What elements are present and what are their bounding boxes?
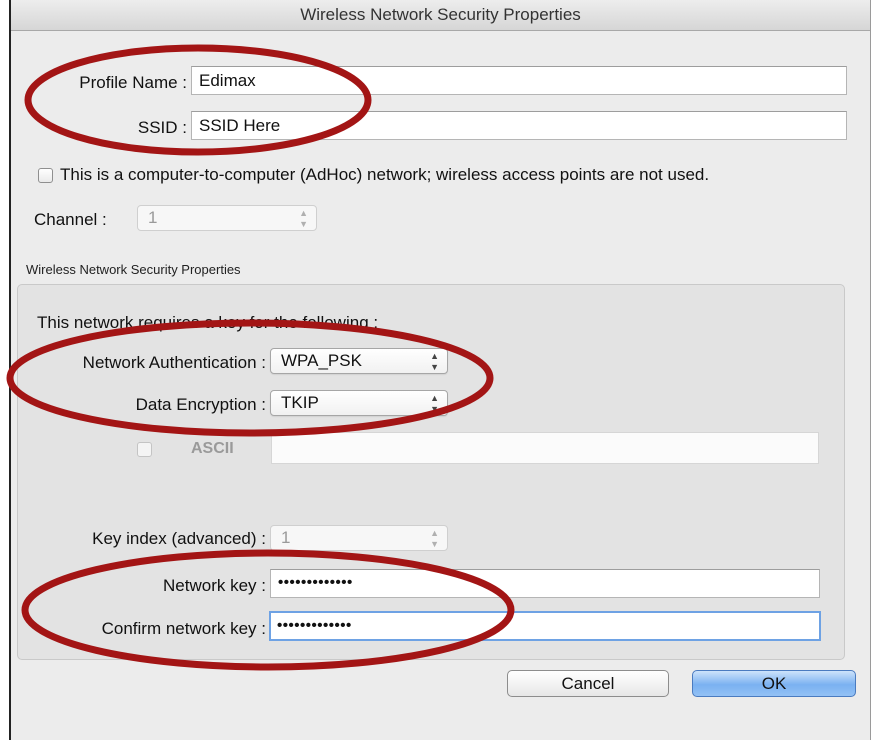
ssid-label: SSID : — [137, 118, 187, 137]
key-index-select[interactable]: 1 ▲ ▼ — [270, 525, 448, 551]
security-group-title: Wireless Network Security Properties — [26, 262, 241, 277]
network-key-label: Network key : — [163, 576, 266, 595]
window-title: Wireless Network Security Properties — [11, 0, 870, 31]
key-index-value: 1 — [281, 528, 291, 547]
dialog-window: Wireless Network Security Properties Pro… — [9, 0, 871, 740]
encryption-select[interactable]: TKIP ▲ ▼ — [270, 390, 448, 416]
ascii-key-field[interactable] — [271, 432, 819, 464]
network-key-field[interactable]: ••••••••••••• — [270, 569, 820, 598]
ok-button[interactable]: OK — [692, 670, 856, 697]
updown-arrows-icon: ▲ ▼ — [299, 208, 308, 229]
auth-label: Network Authentication : — [82, 353, 266, 372]
key-index-label: Key index (advanced) : — [92, 529, 266, 548]
channel-select[interactable]: 1 ▲ ▼ — [137, 205, 317, 231]
updown-arrows-icon: ▲ ▼ — [430, 528, 439, 549]
updown-arrows-icon: ▲ ▼ — [430, 351, 439, 372]
confirm-key-label: Confirm network key : — [101, 619, 266, 638]
adhoc-checkbox[interactable] — [38, 168, 53, 183]
encryption-label: Data Encryption : — [135, 395, 266, 414]
channel-label: Channel : — [34, 210, 107, 229]
ascii-label: ASCII — [191, 440, 234, 457]
ssid-field[interactable]: SSID Here — [191, 111, 847, 140]
cancel-button[interactable]: Cancel — [507, 670, 669, 697]
ascii-checkbox[interactable] — [137, 442, 152, 457]
profile-name-label: Profile Name : — [79, 73, 187, 92]
channel-value: 1 — [148, 208, 158, 227]
updown-arrows-icon: ▲ ▼ — [430, 393, 439, 414]
auth-value: WPA_PSK — [281, 351, 362, 370]
adhoc-label: This is a computer-to-computer (AdHoc) n… — [60, 165, 710, 184]
profile-name-field[interactable]: Edimax — [191, 66, 847, 95]
security-group-box — [17, 284, 845, 660]
requires-key-text: This network requires a key for the foll… — [37, 313, 379, 332]
confirm-key-field[interactable]: ••••••••••••• — [269, 611, 821, 641]
auth-select[interactable]: WPA_PSK ▲ ▼ — [270, 348, 448, 374]
encryption-value: TKIP — [281, 393, 319, 412]
